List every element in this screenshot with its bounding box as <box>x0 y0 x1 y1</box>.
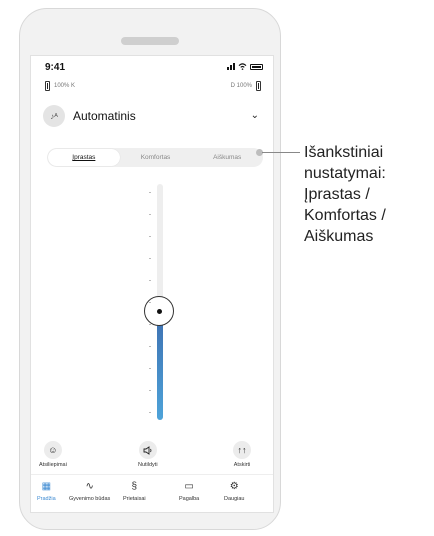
split-action[interactable]: ↑↑ Atskirti <box>233 441 251 468</box>
slider-tick <box>149 280 151 281</box>
slider-tick <box>149 192 151 193</box>
hearing-aid-icon: § <box>131 481 138 492</box>
slider-tick <box>149 258 151 259</box>
slider-tick <box>149 236 151 237</box>
wifi-icon <box>238 63 247 70</box>
left-battery-icon <box>45 81 50 91</box>
battery-icon <box>250 63 263 70</box>
nav-pradzia-label: Pradžia <box>37 496 56 502</box>
callout-line-5: Aiškumas <box>304 228 374 245</box>
nav-gyvenimo-budas-label: Gyvenimo būdas <box>69 496 111 502</box>
program-name: Automatinis <box>73 109 136 123</box>
volume-slider-fill <box>157 311 163 420</box>
volume-slider[interactable] <box>144 184 174 420</box>
status-time: 9:41 <box>45 62 66 73</box>
callout-line-2: nustatymai: <box>304 165 386 182</box>
bottom-navigation: ▦ Pradžia ∿ Gyvenimo būdas § Prietaisai … <box>31 474 273 511</box>
nav-prietaisai-label: Prietaisai <box>123 496 146 502</box>
segment-aiskumas[interactable]: Aiškumas <box>191 149 263 166</box>
nav-daugiau-label: Daugiau <box>224 496 245 502</box>
split-icon[interactable]: ↑↑ <box>233 441 251 459</box>
program-selector[interactable]: ♪ᴬ Automatinis ⌄ <box>43 104 261 128</box>
callout-line-1: Išankstiniai <box>304 144 384 161</box>
left-battery: 100% K <box>45 81 75 91</box>
callout-line <box>262 152 300 153</box>
right-battery-icon <box>256 81 261 91</box>
segment-iprastas[interactable]: Įprastas <box>48 149 120 166</box>
nav-prietaisai[interactable]: § Prietaisai <box>123 481 146 502</box>
gear-icon: ⚙ <box>229 481 239 492</box>
slider-tick <box>149 346 151 347</box>
preset-segmented-control: Įprastas Komfortas Aiškumas <box>47 148 263 167</box>
activity-icon: ∿ <box>85 481 94 492</box>
hearing-aid-battery-row: 100% K D 100% <box>31 81 273 93</box>
nav-pagalba[interactable]: ▭ Pagalba <box>179 481 199 502</box>
callout-line-3: Įprastas / <box>304 186 370 203</box>
signal-icon <box>227 63 235 70</box>
right-battery: D 100% <box>231 81 261 91</box>
chevron-down-icon[interactable]: ⌄ <box>251 110 259 121</box>
right-battery-label: D 100% <box>230 83 252 89</box>
speaker-glyph <box>143 445 152 455</box>
grid-icon: ▦ <box>41 481 52 492</box>
slider-tick <box>149 324 151 325</box>
nav-gyvenimo-budas[interactable]: ∿ Gyvenimo būdas <box>69 481 110 502</box>
mute-action[interactable]: Nutildyti <box>138 441 158 468</box>
phone-notch <box>121 37 179 45</box>
speaker-icon[interactable] <box>138 441 157 459</box>
volume-slider-knob[interactable] <box>144 296 174 327</box>
quick-actions: ☺ Atsiliepimai Nutildyti ↑↑ Atskirti <box>31 441 273 471</box>
slider-tick <box>149 390 151 391</box>
feedback-label: Atsiliepimai <box>39 462 67 468</box>
chat-icon: ▭ <box>184 481 194 492</box>
smiley-icon[interactable]: ☺ <box>43 441 62 459</box>
knob-dot <box>156 308 162 314</box>
slider-tick <box>149 412 151 413</box>
slider-tick <box>149 302 151 303</box>
app-screen: 9:41 100% K D 100% ♪ᴬ Automatinis ⌄ Įpra <box>30 55 274 513</box>
system-icons <box>227 63 263 70</box>
left-battery-label: 100% K <box>54 83 76 89</box>
auto-program-icon: ♪ᴬ <box>43 105 65 127</box>
slider-tick <box>149 368 151 369</box>
mute-label: Nutildyti <box>138 462 158 468</box>
feedback-action[interactable]: ☺ Atsiliepimai <box>39 441 67 468</box>
nav-pagalba-label: Pagalba <box>179 496 200 502</box>
nav-daugiau[interactable]: ⚙ Daugiau <box>224 481 245 502</box>
nav-pradzia[interactable]: ▦ Pradžia <box>37 481 56 502</box>
split-label: Atskirti <box>233 462 251 468</box>
segment-komfortas[interactable]: Komfortas <box>120 149 192 166</box>
phone-frame: 9:41 100% K D 100% ♪ᴬ Automatinis ⌄ Įpra <box>19 8 281 530</box>
slider-tick <box>149 214 151 215</box>
callout-line-4: Komfortas / <box>304 207 386 224</box>
callout-annotation: Išankstiniai nustatymai: Įprastas / Komf… <box>304 142 434 247</box>
status-bar: 9:41 <box>31 56 273 76</box>
